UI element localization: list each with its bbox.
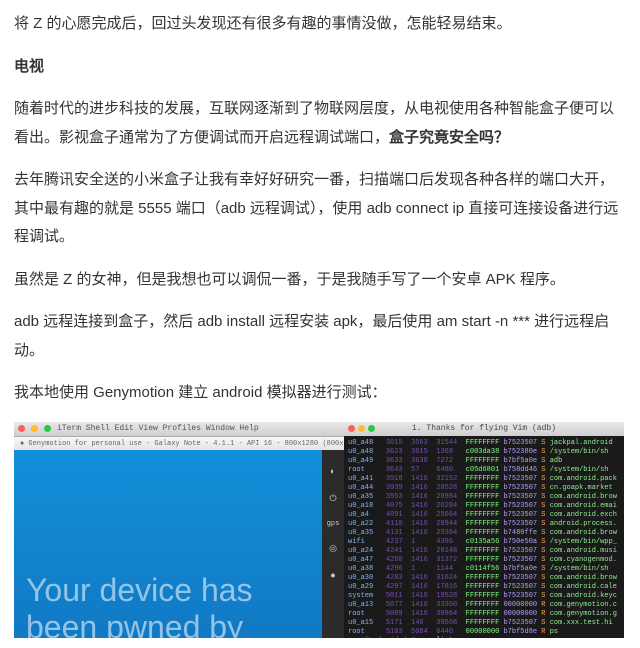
gps-icon[interactable]: gps: [327, 518, 340, 531]
close-icon: [348, 425, 355, 432]
camera-icon[interactable]: ◎: [329, 541, 337, 558]
pwned-text: Your device has been pwned by: [26, 572, 253, 638]
terminal-line: u0_a47 4260 1416 31372 FFFFFFFF b7523507…: [348, 556, 620, 565]
power-icon[interactable]: ⏻: [329, 491, 336, 508]
close-icon: [18, 425, 25, 432]
terminal-line: system 5011 1416 19528 FFFFFFFF b7523507…: [348, 592, 620, 601]
para-4: adb 远程连接到盒子，然后 adb install 远程安装 apk，最后使用…: [14, 308, 626, 365]
terminal-line: u0_a22 4110 1416 28944 FFFFFFFF b7523507…: [348, 520, 620, 529]
terminal-screenshot: iTerm Shell Edit View Profiles Window He…: [14, 422, 624, 638]
para-5: 我本地使用 Genymotion 建立 android 模拟器进行测试：: [14, 379, 626, 408]
terminal-line: root 5089 1416 30964 FFFFFFFF 00000000 R…: [348, 610, 620, 619]
terminal-line: u0_a44 3939 1416 28528 FFFFFFFF b7523507…: [348, 484, 620, 493]
menubar-text: iTerm Shell Edit View Profiles Window He…: [57, 422, 259, 436]
terminal-line: u0_a41 3918 1416 32152 FFFFFFFF b7523507…: [348, 475, 620, 484]
para-1-bold: 盒子究竟安全吗？: [389, 129, 509, 146]
para-1: 随着时代的进步科技的发展，互联网逐渐到了物联网层度，从电视使用各种智能盒子便可以…: [14, 95, 626, 152]
emulator-tab-label: Genymotion for personal use - Galaxy Not…: [28, 440, 344, 448]
terminal-line: wifi 4237 1 4396 c0135a56 b750e50a S /sy…: [348, 538, 620, 547]
terminal-line: u0_a30 4283 1416 31624 FFFFFFFF b7523507…: [348, 574, 620, 583]
para-intro: 将 Z 的心愿完成后，回过头发现还有很多有趣的事情没做，怎能轻易结束。: [14, 10, 626, 39]
heading-tv: 电视: [14, 53, 626, 82]
terminal-line: root 5183 5084 6440 00000000 b7bf5d8e R …: [348, 628, 620, 637]
terminal-line: u0_a13 5077 1416 33360 FFFFFFFF 00000000…: [348, 601, 620, 610]
terminal-line: u0_a4 4091 1416 25664 FFFFFFFF b7523507 …: [348, 511, 620, 520]
terminal-line: u0_a48 3615 3563 31544 FFFFFFFF b7523507…: [348, 439, 620, 448]
emulator-pane: iTerm Shell Edit View Profiles Window He…: [14, 422, 344, 638]
para-3: 虽然是 Z 的女神，但是我想也可以调侃一番，于是我随手写了一个安卓 APK 程序…: [14, 266, 626, 295]
pwned-line-1: Your device has: [26, 572, 253, 608]
pwned-line-2: been pwned by: [26, 609, 243, 638]
terminal-line: u0_a35 3953 1416 28984 FFFFFFFF b7523507…: [348, 493, 620, 502]
terminal-body[interactable]: u0_a48 3615 3563 31544 FFFFFFFF b7523507…: [344, 436, 624, 638]
zoom-icon: [368, 425, 375, 432]
terminal-line: u0_a48 3623 3615 1368 c003da38 b752380e …: [348, 448, 620, 457]
record-icon[interactable]: ●: [330, 568, 335, 585]
terminal-line: root 3643 57 6480 c05d6801 b758dd46 S /s…: [348, 466, 620, 475]
terminal-line: u0_a35 4131 1416 29364 FFFFFFFF b7480ffe…: [348, 529, 620, 538]
para-1-text: 随着时代的进步科技的发展，互联网逐渐到了物联网层度，从电视使用各种智能盒子便可以…: [14, 100, 614, 146]
terminal-prompt: root@android:/ # ps -list: [348, 637, 620, 638]
terminal-line: u0_a15 5171 146 39568 FFFFFFFF b7523507 …: [348, 619, 620, 628]
terminal-line: u0_a29 4297 1416 17816 FFFFFFFF b7523507…: [348, 583, 620, 592]
para-2: 去年腾讯安全送的小米盒子让我有幸好好研究一番，扫描端口后发现各种各样的端口大开，…: [14, 166, 626, 252]
emulator-menubar: iTerm Shell Edit View Profiles Window He…: [14, 422, 344, 437]
minimize-icon: [358, 425, 365, 432]
zoom-icon: [44, 425, 51, 432]
terminal-line: u0_a18 4075 1416 26284 FFFFFFFF b7523507…: [348, 502, 620, 511]
emulator-screen: Your device has been pwned by: [14, 450, 322, 638]
brightness-icon[interactable]: ◐: [330, 464, 335, 481]
terminal-line: u0_a38 4296 1 1144 c0114f56 b7bf5a0e S /…: [348, 565, 620, 574]
terminal-title: 1. Thanks for flying Vim (adb): [412, 424, 556, 433]
emulator-side-toolbar: ◐ ⏻ gps ◎ ●: [322, 450, 344, 638]
minimize-icon: [31, 425, 38, 432]
terminal-line: u0_a49 3633 3638 7272 FFFFFFFF b7bf5a0e …: [348, 457, 620, 466]
terminal-line: u0_a24 4241 1416 28148 FFFFFFFF b7523507…: [348, 547, 620, 556]
terminal-titlebar: 1. Thanks for flying Vim (adb): [344, 422, 624, 437]
terminal-pane: 1. Thanks for flying Vim (adb) u0_a48 36…: [344, 422, 624, 638]
